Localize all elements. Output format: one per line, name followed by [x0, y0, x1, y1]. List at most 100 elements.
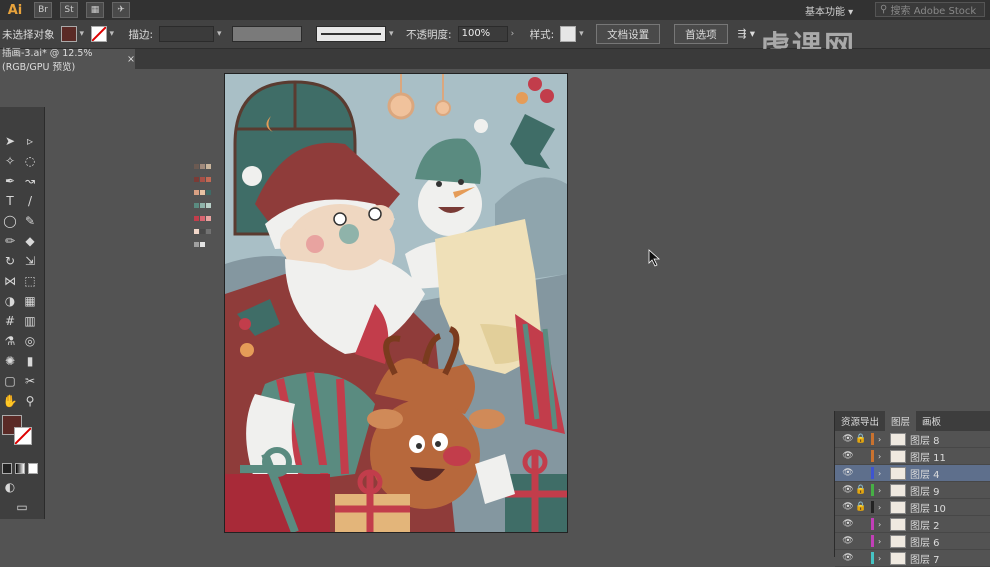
- palette-swatch[interactable]: [200, 177, 205, 182]
- close-icon[interactable]: ×: [127, 54, 135, 65]
- chevron-right-icon[interactable]: ›: [878, 452, 886, 461]
- pen-tool-icon[interactable]: ✒: [2, 173, 18, 189]
- palette-swatch[interactable]: [200, 242, 205, 247]
- chevron-right-icon[interactable]: ›: [511, 29, 519, 39]
- screen-mode-icon[interactable]: ▭: [14, 499, 30, 515]
- eye-icon[interactable]: 👁: [841, 451, 855, 461]
- tab-layers[interactable]: 图层: [885, 411, 917, 431]
- eye-icon[interactable]: 👁: [841, 536, 855, 546]
- stroke-swatch[interactable]: [90, 26, 107, 42]
- palette-swatch[interactable]: [194, 216, 199, 221]
- paintbrush-tool-icon[interactable]: ✎: [22, 213, 38, 229]
- eye-icon[interactable]: 👁: [841, 519, 855, 529]
- lock-icon[interactable]: 🔒: [855, 434, 867, 444]
- stroke-weight-field[interactable]: [159, 26, 215, 42]
- chevron-right-icon[interactable]: ›: [878, 486, 886, 495]
- type-tool-icon[interactable]: T: [2, 193, 18, 209]
- artboard[interactable]: [224, 73, 568, 533]
- graphic-style-swatch[interactable]: [560, 26, 577, 42]
- layer-row[interactable]: 👁 › 图层 6: [835, 533, 990, 550]
- layer-row[interactable]: 👁 › 图层 4: [835, 465, 990, 482]
- palette-swatch[interactable]: [206, 164, 211, 169]
- line-tool-icon[interactable]: /: [22, 193, 38, 209]
- palette-swatch[interactable]: [194, 177, 199, 182]
- stroke-color-box[interactable]: [14, 427, 32, 445]
- draw-mode-icon[interactable]: ◐: [2, 479, 18, 495]
- tab-asset-export[interactable]: 资源导出: [835, 414, 885, 428]
- opacity-input[interactable]: 100%: [457, 26, 508, 42]
- hand-tool-icon[interactable]: ✋: [2, 393, 18, 409]
- color-mode-buttons[interactable]: [2, 463, 38, 474]
- layer-row[interactable]: 👁 🔒 › 图层 9: [835, 482, 990, 499]
- stock-button[interactable]: St: [60, 2, 78, 18]
- pencil-tool-icon[interactable]: ✏: [2, 233, 18, 249]
- lock-icon[interactable]: 🔒: [855, 502, 867, 512]
- palette-swatch[interactable]: [200, 164, 205, 169]
- chevron-right-icon[interactable]: ›: [878, 554, 886, 563]
- palette-swatch[interactable]: [200, 203, 205, 208]
- chevron-right-icon[interactable]: ›: [878, 520, 886, 529]
- rotate-tool-icon[interactable]: ↻: [2, 253, 18, 269]
- eraser-tool-icon[interactable]: ◆: [22, 233, 38, 249]
- eye-icon[interactable]: 👁: [841, 553, 855, 563]
- eyedropper-icon[interactable]: ⚗: [2, 333, 18, 349]
- eye-icon[interactable]: 👁: [841, 468, 855, 478]
- layer-row[interactable]: 👁 › 图层 2: [835, 516, 990, 533]
- palette-swatch[interactable]: [206, 177, 211, 182]
- layer-row[interactable]: 👁 🔒 › 图层 8: [835, 431, 990, 448]
- eye-icon[interactable]: 👁: [841, 434, 855, 444]
- blend-tool-icon[interactable]: ◎: [22, 333, 38, 349]
- eye-icon[interactable]: 👁: [841, 485, 855, 495]
- scale-tool-icon[interactable]: ⇲: [22, 253, 38, 269]
- chevron-right-icon[interactable]: ›: [878, 537, 886, 546]
- curvature-tool-icon[interactable]: ↝: [22, 173, 38, 189]
- magic-wand-icon[interactable]: ✧: [2, 153, 18, 169]
- gradient-tool-icon[interactable]: ▥: [22, 313, 38, 329]
- palette-swatch[interactable]: [206, 229, 211, 234]
- palette-swatch[interactable]: [194, 242, 199, 247]
- palette-swatch[interactable]: [194, 203, 199, 208]
- slice-tool-icon[interactable]: ✂: [22, 373, 38, 389]
- chevron-right-icon[interactable]: ›: [878, 435, 886, 444]
- eye-icon[interactable]: 👁: [841, 502, 855, 512]
- chevron-down-icon[interactable]: ▾: [110, 29, 118, 39]
- bridge-button[interactable]: Br: [34, 2, 52, 18]
- palette-swatch[interactable]: [206, 203, 211, 208]
- shape-builder-icon[interactable]: ◑: [2, 293, 18, 309]
- palette-swatch[interactable]: [200, 229, 205, 234]
- document-tab[interactable]: 插画-3.ai* @ 12.5% (RGB/GPU 预览) ×: [0, 48, 135, 73]
- chevron-right-icon[interactable]: ›: [878, 503, 886, 512]
- arrange-documents-button[interactable]: ▦: [86, 2, 104, 18]
- lock-icon[interactable]: 🔒: [855, 485, 867, 495]
- ellipse-tool-icon[interactable]: ◯: [2, 213, 18, 229]
- tab-artboards[interactable]: 画板: [916, 414, 947, 428]
- palette-swatch[interactable]: [194, 229, 199, 234]
- width-tool-icon[interactable]: ⋈: [2, 273, 18, 289]
- chevron-down-icon[interactable]: ▾: [80, 29, 88, 39]
- fill-swatch[interactable]: [60, 26, 77, 42]
- layer-row[interactable]: 👁 🔒 › 图层 10: [835, 499, 990, 516]
- palette-swatch[interactable]: [206, 190, 211, 195]
- document-setup-button[interactable]: 文档设置: [596, 24, 661, 44]
- chevron-down-icon[interactable]: ▾: [217, 29, 225, 39]
- workspace-switcher[interactable]: 基本功能 ▾: [805, 3, 853, 18]
- graph-tool-icon[interactable]: ▮: [22, 353, 38, 369]
- palette-swatch[interactable]: [194, 164, 199, 169]
- selection-tool-icon[interactable]: ➤: [2, 133, 18, 149]
- lasso-tool-icon[interactable]: ◌: [22, 153, 38, 169]
- perspective-grid-icon[interactable]: ▦: [22, 293, 38, 309]
- preferences-button[interactable]: 首选项: [674, 24, 728, 44]
- chevron-down-icon[interactable]: ▾: [579, 29, 587, 39]
- gpu-performance-icon[interactable]: ✈: [112, 2, 130, 18]
- align-icon[interactable]: ⇶ ▾: [738, 28, 755, 40]
- palette-swatch[interactable]: [194, 190, 199, 195]
- brush-definition[interactable]: [316, 26, 387, 42]
- symbol-sprayer-icon[interactable]: ✺: [2, 353, 18, 369]
- variable-width-profile[interactable]: [232, 26, 303, 42]
- stock-search-input[interactable]: ⚲ 搜索 Adobe Stock: [875, 2, 985, 17]
- layer-row[interactable]: 👁 › 图层 7: [835, 550, 990, 567]
- palette-swatch[interactable]: [200, 216, 205, 221]
- mesh-tool-icon[interactable]: #: [2, 313, 18, 329]
- free-transform-icon[interactable]: ⬚: [22, 273, 38, 289]
- direct-selection-tool-icon[interactable]: ▹: [22, 133, 38, 149]
